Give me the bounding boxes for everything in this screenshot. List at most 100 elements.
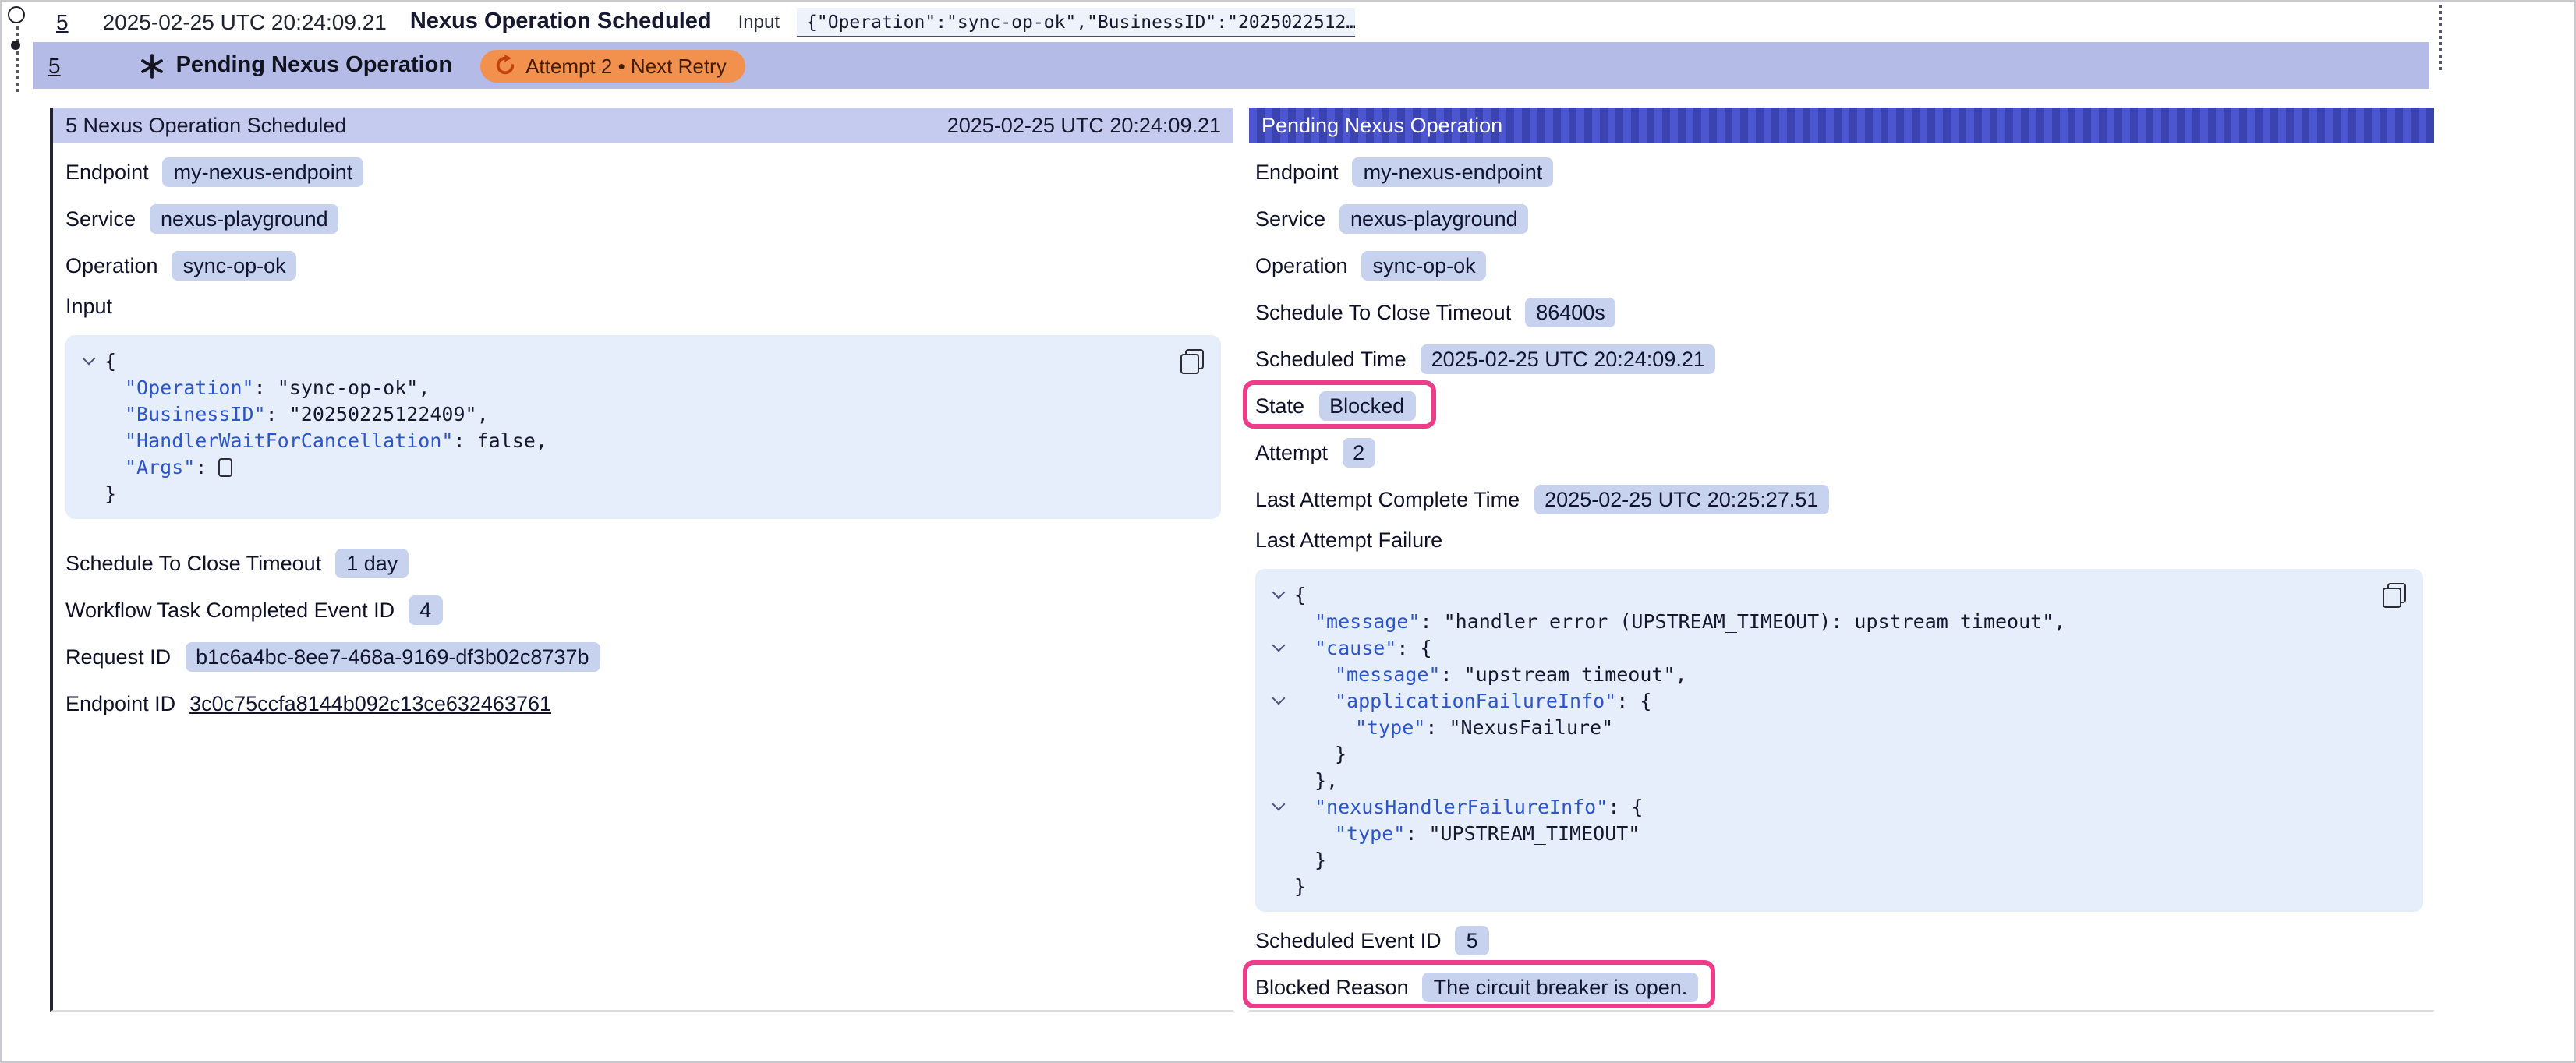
code-line: "Args":: [81, 454, 1205, 480]
field-value-chip: 2: [1342, 437, 1375, 467]
code-line-text: "Args":: [104, 454, 232, 480]
code-line-text: "type": "NexusFailure": [1294, 714, 1613, 740]
field-value-chip: 86400s: [1525, 297, 1616, 327]
input-section-label: Input: [65, 295, 1233, 326]
code-line: {: [81, 348, 1205, 374]
code-line-text: "message": "upstream timeout",: [1294, 661, 1687, 687]
refresh-icon: [494, 55, 516, 76]
event-title: Nexus Operation Scheduled: [410, 9, 712, 34]
input-json-viewer: {"Operation": "sync-op-ok","BusinessID":…: [65, 335, 1221, 519]
field-row-blocked-reason: Blocked Reason The circuit breaker is op…: [1255, 968, 2434, 1005]
field-value-chip: 5: [1456, 925, 1489, 955]
event-detail-header-time: 2025-02-25 UTC 20:24:09.21: [947, 114, 1221, 137]
pending-asterisk-icon: [139, 52, 165, 79]
code-line-text: },: [1294, 767, 1338, 793]
code-line-text: "HandlerWaitForCancellation": false,: [104, 427, 547, 454]
code-line-text: "message": "handler error (UPSTREAM_TIME…: [1294, 608, 2065, 634]
field-row-state: State Blocked: [1255, 387, 2434, 424]
pending-operation-header-title: Pending Nexus Operation: [1261, 114, 1502, 137]
code-line-gutter: [81, 401, 104, 427]
field-value-chip: 2025-02-25 UTC 20:24:09.21: [1421, 344, 1716, 373]
field-row: Request ID b1c6a4bc-8ee7-468a-9169-df3b0…: [65, 637, 1233, 675]
collapse-chevron-icon[interactable]: [1272, 692, 1286, 705]
code-line-text: }: [104, 480, 116, 507]
collapse-chevron-icon[interactable]: [83, 352, 96, 366]
field-row: Operation sync-op-ok: [65, 246, 1233, 284]
field-row: Workflow Task Completed Event ID 4: [65, 591, 1233, 628]
pending-operation-header: Pending Nexus Operation: [1249, 108, 2434, 143]
field-row: Endpoint my-nexus-endpoint: [65, 153, 1233, 190]
code-line-text: "nexusHandlerFailureInfo": {: [1294, 793, 1643, 820]
code-line: }: [81, 480, 1205, 507]
retry-badge-label: Attempt 2 • Next Retry: [525, 54, 727, 77]
failure-section-label: Last Attempt Failure: [1255, 528, 2434, 560]
blocked-reason-chip: The circuit breaker is open.: [1423, 972, 1699, 1001]
code-line: "type": "UPSTREAM_TIMEOUT": [1271, 820, 2408, 846]
code-line-gutter: [1271, 714, 1294, 740]
copy-icon[interactable]: [1180, 349, 1204, 374]
field-row: Service nexus-playground: [65, 200, 1233, 237]
event-history-row[interactable]: 5 2025-02-25 UTC 20:24:09.21 Nexus Opera…: [2, 2, 2576, 42]
field-value-chip: my-nexus-endpoint: [163, 157, 364, 186]
code-line: {: [1271, 581, 2408, 608]
collapse-chevron-icon[interactable]: [1272, 798, 1286, 811]
field-label: State: [1255, 394, 1304, 417]
field-label: Endpoint: [1255, 160, 1339, 183]
field-label: Last Attempt Complete Time: [1255, 487, 1520, 510]
field-row: Attempt 2: [1255, 433, 2434, 471]
pending-row-id-link[interactable]: 5: [48, 53, 61, 78]
field-value-chip: 2025-02-25 UTC 20:25:27.51: [1534, 484, 1829, 514]
code-line-text: "BusinessID": "20250225122409",: [104, 401, 489, 427]
code-line-gutter: [1271, 767, 1294, 793]
code-line-text: "type": "UPSTREAM_TIMEOUT": [1294, 820, 1640, 846]
event-id-link[interactable]: 5: [56, 9, 69, 34]
code-line-gutter: [1271, 581, 1294, 608]
code-line-gutter: [1271, 661, 1294, 687]
code-line: "BusinessID": "20250225122409",: [81, 401, 1205, 427]
code-line-text: }: [1294, 873, 1306, 899]
code-line: "cause": {: [1271, 634, 2408, 661]
failure-json-viewer: {"message": "handler error (UPSTREAM_TIM…: [1255, 569, 2423, 912]
field-row: Service nexus-playground: [1255, 200, 2434, 237]
collapse-chevron-icon[interactable]: [1272, 639, 1286, 652]
retry-attempt-badge: Attempt 2 • Next Retry: [480, 49, 745, 82]
field-row: Endpoint my-nexus-endpoint: [1255, 153, 2434, 190]
field-row: Scheduled Time 2025-02-25 UTC 20:24:09.2…: [1255, 340, 2434, 377]
code-line-gutter: [81, 480, 104, 507]
code-line: "type": "NexusFailure": [1271, 714, 2408, 740]
code-line: }: [1271, 846, 2408, 873]
field-row: Last Attempt Complete Time 2025-02-25 UT…: [1255, 480, 2434, 517]
code-line-gutter: [1271, 687, 1294, 714]
field-value-chip: nexus-playground: [1339, 203, 1529, 233]
code-line: }: [1271, 873, 2408, 899]
code-line-text: }: [1294, 846, 1326, 873]
event-detail-header: 5 Nexus Operation Scheduled 2025-02-25 U…: [53, 108, 1233, 143]
event-detail-header-title: 5 Nexus Operation Scheduled: [65, 114, 346, 137]
field-label: Endpoint ID: [65, 691, 175, 715]
field-label: Schedule To Close Timeout: [65, 551, 321, 574]
field-row: Scheduled Event ID 5: [1255, 921, 2434, 959]
event-timestamp: 2025-02-25 UTC 20:24:09.21: [103, 9, 387, 34]
field-label: Workflow Task Completed Event ID: [65, 598, 395, 621]
event-detail-panel: 5 Nexus Operation Scheduled 2025-02-25 U…: [50, 108, 1233, 1012]
pending-row-title: Pending Nexus Operation: [176, 53, 453, 78]
code-line-gutter: [81, 427, 104, 454]
collapse-chevron-icon[interactable]: [1272, 586, 1286, 599]
field-row: Operation sync-op-ok: [1255, 246, 2434, 284]
code-line-gutter: [1271, 634, 1294, 661]
pending-operation-row[interactable]: 5 Pending Nexus Operation Attempt 2 • Ne…: [33, 42, 2429, 89]
endpoint-id-link[interactable]: 3c0c75ccfa8144b092c13ce632463761: [189, 691, 551, 715]
field-row: Endpoint ID 3c0c75ccfa8144b092c13ce63246…: [65, 684, 1233, 722]
event-input-preview-chip[interactable]: {"Operation":"sync-op-ok","BusinessID":"…: [797, 7, 1355, 37]
copy-icon[interactable]: [2383, 583, 2406, 608]
field-label: Request ID: [65, 645, 171, 668]
code-line-gutter: [1271, 846, 1294, 873]
code-line: "message": "upstream timeout",: [1271, 661, 2408, 687]
code-line-text: {: [104, 348, 116, 374]
code-line: }: [1271, 740, 2408, 767]
code-line-text: "Operation": "sync-op-ok",: [104, 374, 430, 401]
code-line: },: [1271, 767, 2408, 793]
empty-array-icon: [218, 458, 232, 477]
code-line-gutter: [1271, 793, 1294, 820]
field-value-chip: b1c6a4bc-8ee7-468a-9169-df3b02c8737b: [185, 641, 600, 671]
